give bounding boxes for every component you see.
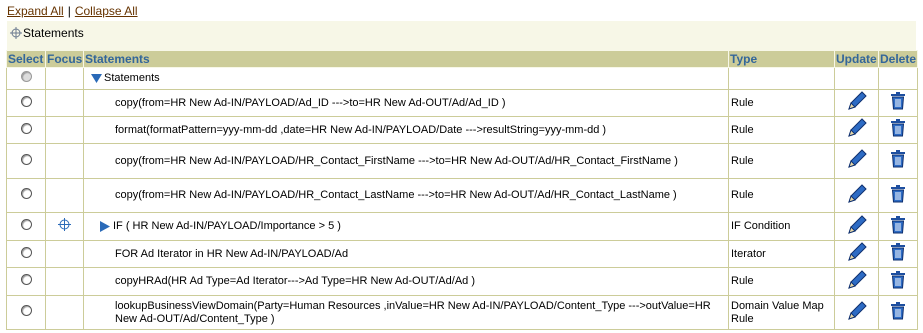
- tree-root: Statements: [86, 72, 726, 85]
- top-links: Expand All | Collapse All: [7, 4, 138, 18]
- table-row: Statements: [6, 67, 918, 90]
- pencil-icon[interactable]: [846, 269, 868, 295]
- link-separator: |: [67, 4, 71, 18]
- expand-triangle-icon[interactable]: [91, 73, 102, 84]
- col-delete: Delete: [878, 50, 918, 68]
- pencil-icon[interactable]: [846, 90, 868, 116]
- statement-text: FOR Ad Iterator in HR New Ad-IN/PAYLOAD/…: [83, 240, 729, 268]
- select-radio[interactable]: [20, 274, 32, 285]
- pencil-icon[interactable]: [846, 148, 868, 174]
- select-radio[interactable]: [20, 188, 32, 199]
- statement-text: copy(from=HR New Ad-IN/PAYLOAD/Ad_ID ---…: [83, 89, 729, 117]
- statement-text: IF ( HR New Ad-IN/PAYLOAD/Importance > 5…: [113, 220, 341, 232]
- table-row: copy(from=HR New Ad-IN/PAYLOAD/HR_Contac…: [6, 143, 918, 179]
- statement-type: Rule: [728, 267, 835, 296]
- trash-icon[interactable]: [890, 119, 906, 141]
- col-update: Update: [834, 50, 879, 68]
- select-radio[interactable]: [20, 122, 32, 134]
- pencil-icon[interactable]: [846, 300, 868, 326]
- pencil-icon[interactable]: [846, 183, 868, 209]
- table-row: FOR Ad Iterator in HR New Ad-IN/PAYLOAD/…: [6, 240, 918, 268]
- trash-icon[interactable]: [890, 150, 906, 172]
- table-row: copy(from=HR New Ad-IN/PAYLOAD/Ad_ID ---…: [6, 89, 918, 117]
- statements-table: Select Focus Statements Type Update Dele…: [6, 50, 918, 330]
- trash-icon[interactable]: [890, 215, 906, 238]
- table-row: copyHRAd(HR Ad Type=Ad Iterator--->Ad Ty…: [6, 267, 918, 296]
- trash-icon[interactable]: [890, 243, 906, 265]
- table-row: format(formatPattern=yyy-mm-dd ,date=HR …: [6, 116, 918, 144]
- statement-type: Domain Value Map Rule: [728, 295, 835, 330]
- breadcrumb-label[interactable]: Statements: [23, 26, 84, 40]
- col-type: Type: [728, 50, 835, 68]
- select-radio[interactable]: [20, 153, 32, 165]
- table-row: copy(from=HR New Ad-IN/PAYLOAD/HR_Contac…: [6, 178, 918, 213]
- select-radio: [20, 71, 32, 82]
- trash-icon[interactable]: [890, 270, 906, 293]
- pencil-icon[interactable]: [846, 117, 868, 143]
- statement-type: Rule: [728, 116, 835, 144]
- statement-type: Rule: [728, 143, 835, 179]
- select-radio[interactable]: [20, 305, 32, 316]
- statement-text: copy(from=HR New Ad-IN/PAYLOAD/HR_Contac…: [83, 178, 729, 213]
- root-label: Statements: [104, 72, 160, 84]
- breadcrumb: Statements: [7, 21, 916, 44]
- table-row: IF ( HR New Ad-IN/PAYLOAD/Importance > 5…: [6, 212, 918, 241]
- statement-type: Rule: [728, 178, 835, 213]
- pencil-icon[interactable]: [846, 241, 868, 267]
- col-select: Select: [6, 50, 46, 68]
- select-radio[interactable]: [20, 95, 32, 107]
- pencil-icon[interactable]: [846, 214, 868, 240]
- trash-icon[interactable]: [890, 92, 906, 114]
- table-header-row: Select Focus Statements Type Update Dele…: [6, 50, 918, 68]
- trash-icon[interactable]: [890, 184, 906, 207]
- statement-text: copyHRAd(HR Ad Type=Ad Iterator--->Ad Ty…: [83, 267, 729, 296]
- statement-type: IF Condition: [728, 212, 835, 241]
- collapse-triangle-icon[interactable]: [99, 220, 111, 232]
- select-radio[interactable]: [20, 246, 32, 258]
- crosshair-icon: [10, 26, 22, 39]
- table-row: lookupBusinessViewDomain(Party=Human Res…: [6, 295, 918, 330]
- col-focus: Focus: [45, 50, 84, 68]
- focus-crosshair-icon[interactable]: [58, 218, 71, 235]
- statement-text: copy(from=HR New Ad-IN/PAYLOAD/HR_Contac…: [83, 143, 729, 179]
- statement-text: format(formatPattern=yyy-mm-dd ,date=HR …: [83, 116, 729, 144]
- statement-type: Rule: [728, 89, 835, 117]
- collapse-all-link[interactable]: Collapse All: [75, 4, 138, 18]
- statement-type: Iterator: [728, 240, 835, 268]
- select-radio[interactable]: [20, 219, 32, 230]
- trash-icon[interactable]: [890, 301, 906, 324]
- expand-all-link[interactable]: Expand All: [7, 4, 64, 18]
- statement-text: lookupBusinessViewDomain(Party=Human Res…: [83, 295, 729, 330]
- col-statements: Statements: [83, 50, 729, 68]
